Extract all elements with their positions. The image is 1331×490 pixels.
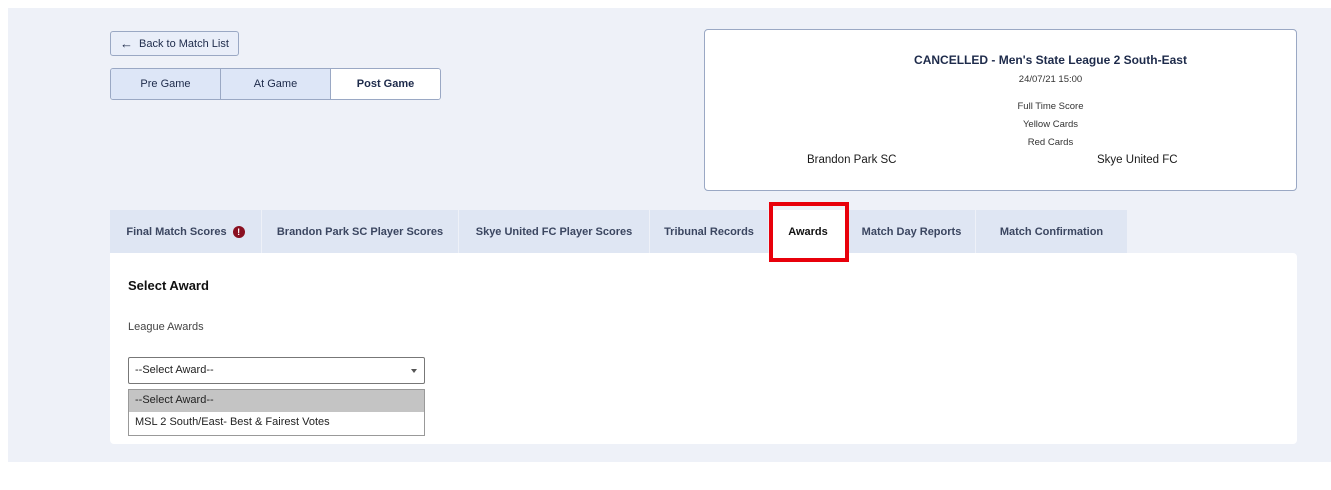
- tab-label: Final Match Scores: [126, 225, 227, 238]
- award-select-value: --Select Award--: [135, 364, 214, 376]
- chevron-down-icon: [411, 369, 417, 373]
- match-tabs: Final Match Scores ! Brandon Park SC Pla…: [110, 210, 1128, 253]
- tab-final-match-scores[interactable]: Final Match Scores !: [110, 210, 262, 253]
- red-cards-label: Red Cards: [1027, 137, 1074, 148]
- game-stage-segmented-control: Pre Game At Game Post Game: [110, 68, 441, 100]
- tab-label: Brandon Park SC Player Scores: [276, 225, 444, 238]
- segment-at-game[interactable]: At Game: [221, 69, 331, 99]
- match-title: CANCELLED - Men's State League 2 South-E…: [914, 53, 1187, 67]
- award-dropdown-list: --Select Award-- MSL 2 South/East- Best …: [128, 389, 425, 436]
- segment-post-game[interactable]: Post Game: [331, 69, 440, 99]
- tab-match-day-reports[interactable]: Match Day Reports: [848, 210, 976, 253]
- tab-label: Tribunal Records: [664, 225, 754, 238]
- award-select[interactable]: --Select Award--: [128, 357, 425, 384]
- arrow-left-icon: ←: [120, 36, 133, 51]
- tab-label: Match Day Reports: [861, 225, 962, 238]
- award-option[interactable]: --Select Award--: [129, 390, 424, 412]
- match-datetime: 24/07/21 15:00: [1018, 74, 1083, 85]
- away-team-name: Skye United FC: [1097, 154, 1178, 166]
- tab-skye-united-player-scores[interactable]: Skye United FC Player Scores: [459, 210, 650, 253]
- alert-icon: !: [232, 225, 245, 238]
- award-option[interactable]: MSL 2 South/East- Best & Fairest Votes: [129, 412, 424, 434]
- home-team-name: Brandon Park SC: [807, 154, 897, 166]
- back-button-label: Back to Match List: [139, 37, 229, 50]
- tab-label: Skye United FC Player Scores: [475, 225, 633, 238]
- tab-tribunal-records[interactable]: Tribunal Records: [650, 210, 769, 253]
- full-time-score-label: Full Time Score: [1017, 101, 1084, 112]
- awards-tab-highlight: [769, 202, 849, 262]
- segment-pre-game[interactable]: Pre Game: [111, 69, 221, 99]
- tab-label: Match Confirmation: [999, 225, 1104, 238]
- back-to-match-list-button[interactable]: ← Back to Match List: [110, 31, 239, 56]
- league-awards-label: League Awards: [128, 321, 204, 333]
- select-award-heading: Select Award: [128, 278, 209, 293]
- tab-brandon-park-player-scores[interactable]: Brandon Park SC Player Scores: [262, 210, 459, 253]
- match-summary-card: CANCELLED - Men's State League 2 South-E…: [704, 29, 1297, 191]
- tab-match-confirmation[interactable]: Match Confirmation: [976, 210, 1128, 253]
- awards-panel: Select Award League Awards --Select Awar…: [110, 253, 1297, 444]
- yellow-cards-label: Yellow Cards: [1022, 119, 1079, 130]
